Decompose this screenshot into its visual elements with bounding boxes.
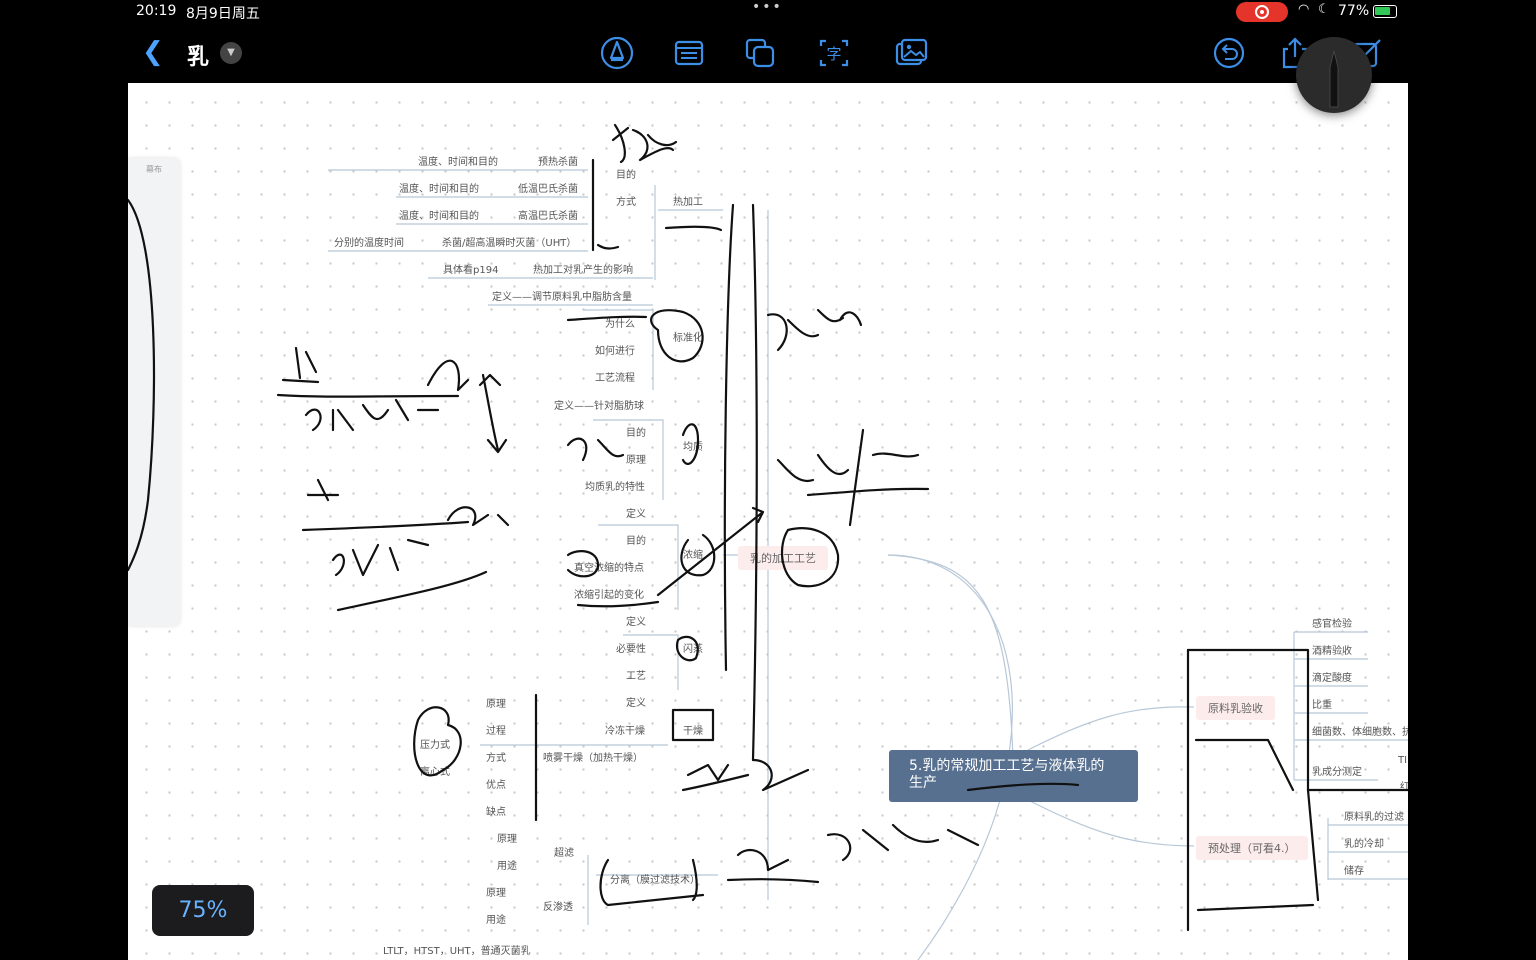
- ink-left-curve: [128, 198, 156, 572]
- ink-glyph: [776, 428, 920, 527]
- ink-arrow: [656, 506, 765, 597]
- ink-glyph: [826, 823, 980, 862]
- ink-circle: [650, 309, 704, 363]
- ink-stroke: [664, 225, 723, 232]
- ink-underline: [566, 315, 648, 322]
- ink-circle: [566, 550, 600, 578]
- ink-circle: [681, 423, 700, 466]
- letterbox-left: [0, 0, 128, 960]
- ink-vertical: [723, 203, 758, 762]
- app-screen: 20:19 8月9日周五 ••• ◠ ☾ 77% ❮ 乳 ▼ 字 幕布 温度、时…: [128, 0, 1408, 960]
- ink-glyph: [681, 758, 810, 792]
- zoom-indicator[interactable]: 75%: [152, 885, 254, 936]
- ink-box: [1186, 648, 1408, 792]
- handwriting-layer: [128, 123, 1408, 932]
- ink-stroke: [591, 158, 620, 252]
- ink-glyph: [766, 308, 863, 352]
- ink-circle: [675, 635, 699, 662]
- ink-glyph: [611, 123, 678, 164]
- ink-formula: [276, 346, 460, 398]
- ink-box: [599, 858, 705, 907]
- ink-glyph: [726, 848, 820, 884]
- ink-box: [1186, 648, 1320, 932]
- pencil-icon: [1329, 50, 1339, 108]
- ink-underline: [806, 487, 930, 497]
- letterbox-right: [1408, 0, 1536, 960]
- ink-underline: [966, 782, 1080, 792]
- ink-underline: [336, 570, 488, 612]
- ink-arrow: [478, 373, 508, 454]
- ink-box: [671, 708, 715, 742]
- ink-glyph: [566, 437, 625, 462]
- ink-formula: [301, 478, 510, 577]
- ink-underline: [576, 600, 660, 608]
- ink-circle: [781, 527, 840, 588]
- pencil-hover[interactable]: [1296, 37, 1372, 113]
- ink-circle: [413, 706, 462, 777]
